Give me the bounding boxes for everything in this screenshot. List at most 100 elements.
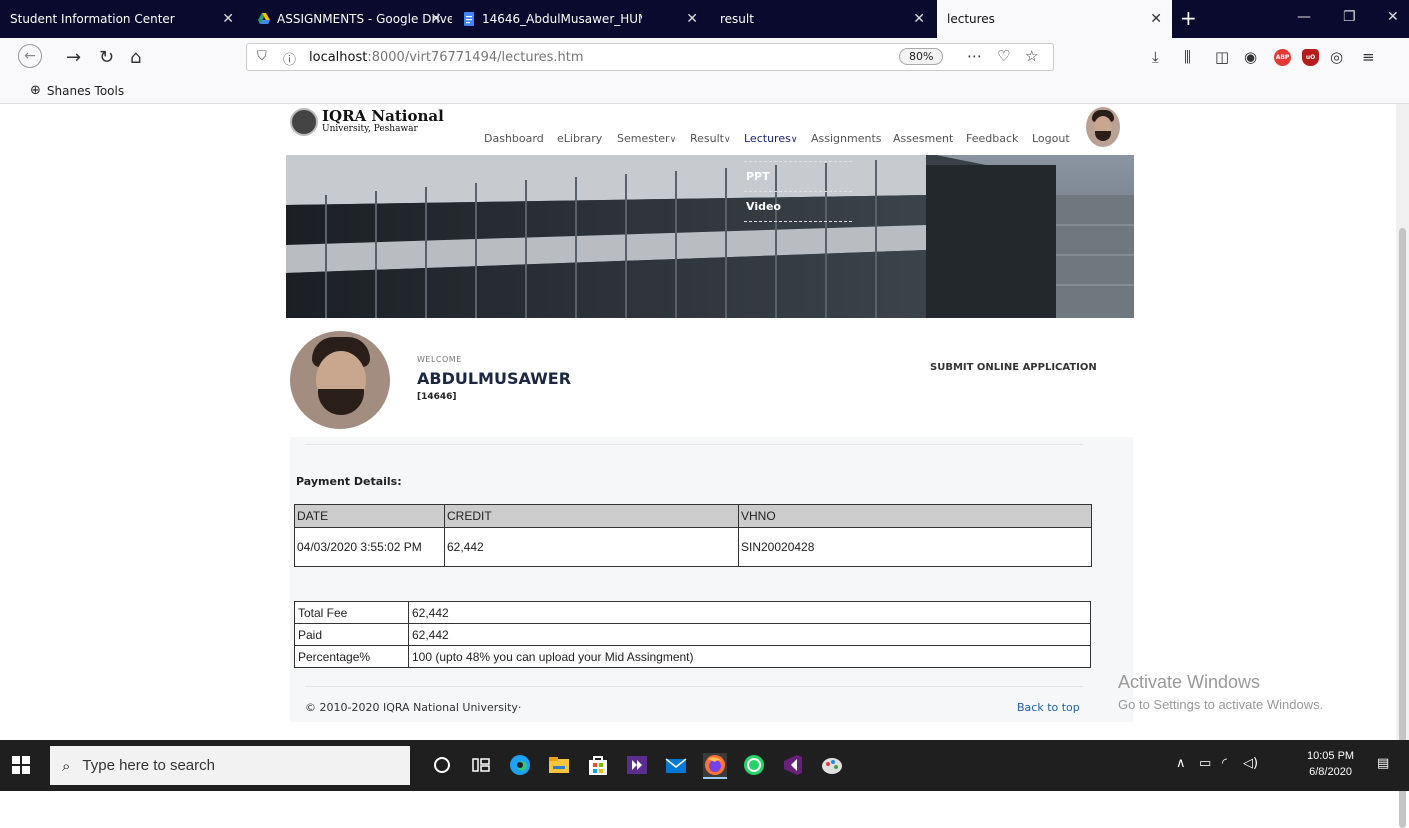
university-seal-icon: [290, 108, 318, 136]
submit-online-application-link[interactable]: SUBMIT ONLINE APPLICATION: [930, 362, 1097, 373]
account-icon[interactable]: ◉: [1244, 48, 1257, 66]
tab-lectures[interactable]: lectures ✕: [937, 0, 1172, 38]
tab-close-icon[interactable]: ✕: [430, 11, 442, 27]
clock-time: 10:05 PM: [1307, 750, 1355, 762]
sidebar-icon[interactable]: ◫: [1215, 48, 1229, 66]
payment-details-heading: Payment Details:: [296, 475, 402, 488]
zoom-level-badge[interactable]: 80%: [899, 48, 944, 65]
bookmark-shanes-tools[interactable]: ⊕ Shanes Tools: [30, 83, 124, 98]
whatsapp-icon[interactable]: [742, 753, 766, 777]
divider: [305, 686, 1083, 687]
paint-icon[interactable]: [820, 753, 844, 777]
scroll-thumb[interactable]: [1399, 228, 1406, 828]
tab-label: result: [720, 12, 754, 26]
nav-assignments[interactable]: Assignments: [811, 132, 882, 145]
table-row: Total Fee 62,442: [294, 601, 1091, 624]
activate-windows-watermark: Activate Windows: [1118, 672, 1261, 692]
new-tab-plus-icon[interactable]: +: [1180, 6, 1197, 30]
hamburger-menu-icon[interactable]: ≡: [1362, 48, 1375, 66]
nav-feedback[interactable]: Feedback: [966, 132, 1018, 145]
bookmarks-toolbar: ⊕ Shanes Tools: [0, 78, 1409, 104]
nav-assesment[interactable]: Assesment: [893, 132, 953, 145]
windows-taskbar: ⌕ Type here to search ∧ ▭ ◜ ◁) 10:05 PM …: [0, 740, 1409, 791]
tab-close-icon[interactable]: ✕: [222, 11, 234, 27]
library-icon[interactable]: ⫼: [1184, 48, 1191, 66]
nav-lectures[interactable]: Lectures∨: [744, 132, 797, 145]
notifications-icon[interactable]: ▤: [1377, 756, 1389, 771]
file-explorer-icon[interactable]: [547, 753, 571, 777]
task-view-icon[interactable]: [469, 753, 493, 777]
wifi-icon[interactable]: ◜: [1222, 756, 1227, 771]
tab-google-docs[interactable]: 14646_AbdulMusawer_HUMAN ✕: [452, 0, 708, 38]
nav-label: Assignments: [811, 132, 882, 145]
site-logo[interactable]: IQRA National University, Peshawar: [290, 108, 444, 136]
forward-arrow-icon[interactable]: →: [66, 47, 81, 68]
summary-label: Paid: [294, 623, 409, 646]
dropdown-item-video[interactable]: Video: [744, 197, 852, 216]
summary-value: 100 (upto 48% you can upload your Mid As…: [408, 645, 1091, 668]
taskbar-search-input[interactable]: ⌕ Type here to search: [50, 746, 410, 785]
tray-overflow-icon[interactable]: ∧: [1176, 756, 1186, 771]
reload-icon[interactable]: ↻: [99, 47, 114, 68]
nav-semester[interactable]: Semester∨: [617, 132, 676, 145]
url-bar[interactable]: ⛉ ⓘ localhost:8000/virt76771494/lectures…: [246, 43, 1054, 71]
nav-label: Result: [690, 132, 724, 145]
back-arrow-icon[interactable]: ←: [18, 44, 42, 68]
bookmark-star-icon[interactable]: ☆: [1025, 47, 1038, 65]
tab-label: Student Information Center: [10, 12, 175, 26]
ublock-origin-icon[interactable]: uO: [1302, 49, 1319, 66]
volume-icon[interactable]: ◁): [1243, 756, 1258, 771]
summary-value: 62,442: [408, 623, 1091, 646]
tab-close-icon[interactable]: ✕: [913, 11, 925, 27]
content-panel: [290, 437, 1133, 722]
nav-label: Lectures: [744, 132, 791, 145]
nav-dashboard[interactable]: Dashboard: [484, 132, 544, 145]
shield-icon[interactable]: ⛉: [257, 49, 267, 64]
pocket-icon[interactable]: ♡: [997, 47, 1010, 65]
welcome-label: WELCOME: [417, 355, 462, 364]
media-player-icon[interactable]: [625, 753, 649, 777]
url-text[interactable]: localhost:8000/virt76771494/lectures.htm: [309, 50, 584, 65]
summary-label: Total Fee: [294, 601, 409, 624]
nav-logout[interactable]: Logout: [1032, 132, 1070, 145]
windows-start-icon[interactable]: [12, 756, 30, 774]
mail-icon[interactable]: [664, 753, 688, 777]
nav-label: Feedback: [966, 132, 1019, 145]
cortana-icon[interactable]: [430, 753, 454, 777]
profile-photo: [290, 331, 390, 429]
nav-result[interactable]: Result∨: [690, 132, 731, 145]
restore-icon[interactable]: ❐: [1343, 9, 1356, 25]
edge-icon[interactable]: [508, 753, 532, 777]
fee-summary-table: Total Fee 62,442 Paid 62,442 Percentage%…: [294, 601, 1091, 668]
nav-elibrary[interactable]: eLibrary: [557, 132, 602, 145]
chevron-down-icon: ∨: [790, 135, 798, 145]
back-to-top-link[interactable]: Back to top: [1017, 701, 1080, 714]
tab-close-icon[interactable]: ✕: [686, 11, 698, 27]
download-icon[interactable]: ⤓: [1152, 48, 1159, 66]
page-actions-menu-icon[interactable]: ⋯: [967, 47, 982, 65]
firefox-icon[interactable]: [703, 753, 727, 779]
page-scrollbar[interactable]: [1396, 104, 1409, 828]
cell-credit: 62,442: [444, 527, 739, 567]
minimize-icon[interactable]: —: [1297, 9, 1311, 25]
info-icon[interactable]: ⓘ: [283, 49, 296, 68]
window-close-icon[interactable]: ✕: [1387, 9, 1399, 25]
browser-toolbar: ← → ↻ ⌂ ⛉ ⓘ localhost:8000/virt76771494/…: [0, 38, 1409, 78]
user-avatar[interactable]: [1086, 107, 1120, 147]
tab-google-drive[interactable]: ASSIGNMENTS - Google Drive ✕: [247, 0, 452, 38]
adblock-plus-icon[interactable]: ABP: [1274, 49, 1291, 66]
nav-label: Dashboard: [484, 132, 544, 145]
tab-close-icon[interactable]: ✕: [1150, 11, 1162, 27]
extension-icon[interactable]: ◎: [1330, 48, 1343, 66]
dropdown-item-ppt[interactable]: PPT: [744, 167, 852, 186]
visual-studio-icon[interactable]: [781, 753, 805, 777]
copyright-text: © 2010-2020 IQRA National University·: [305, 701, 522, 714]
tab-result[interactable]: result ✕: [710, 0, 935, 38]
battery-icon[interactable]: ▭: [1199, 756, 1211, 771]
taskbar-clock[interactable]: 10:05 PM 6/8/2020: [1307, 748, 1354, 780]
google-drive-icon: [258, 13, 270, 24]
logo-subtitle: University, Peshawar: [322, 124, 418, 134]
tab-student-information-center[interactable]: Student Information Center ✕: [0, 0, 244, 38]
home-icon[interactable]: ⌂: [130, 47, 141, 68]
store-icon[interactable]: [586, 753, 610, 777]
